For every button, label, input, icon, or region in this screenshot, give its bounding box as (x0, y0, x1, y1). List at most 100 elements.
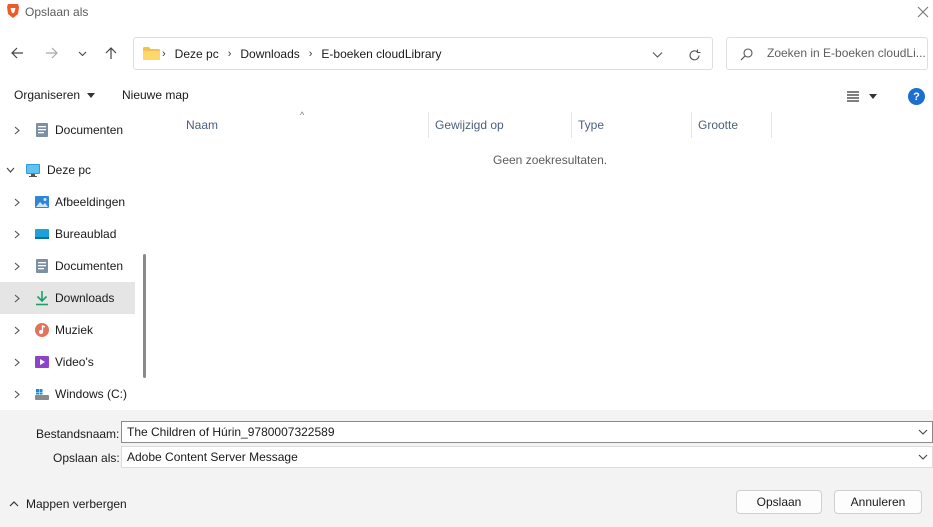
desktop-icon (35, 229, 49, 239)
breadcrumb-downloads[interactable]: Downloads (240, 47, 299, 61)
chevron-down-icon (78, 51, 86, 56)
sidebar-item-label: Afbeeldingen (55, 195, 126, 209)
column-header-label: Grootte (698, 118, 739, 132)
close-button[interactable] (912, 3, 933, 21)
filename-label: Bestandsnaam: (36, 427, 120, 441)
sidebar-item-label: Windows (C:) (55, 387, 128, 401)
breadcrumb: › Deze pc › Downloads › E-boeken cloudLi… (162, 47, 442, 61)
forward-button[interactable] (41, 42, 63, 64)
sidebar-item-muziek[interactable]: Muziek (0, 314, 135, 346)
video-icon (35, 356, 49, 368)
chevron-right-icon[interactable] (12, 197, 22, 207)
view-options-button[interactable] (846, 88, 882, 104)
saveas-type-label: Opslaan als: (53, 451, 120, 465)
folder-icon (143, 47, 160, 60)
chevron-right-icon[interactable] (12, 357, 22, 367)
chevron-up-icon (9, 501, 19, 507)
sidebar-item-label: Downloads (55, 291, 115, 305)
sidebar-item-label: Video's (55, 355, 94, 369)
documents-icon (36, 259, 48, 273)
search-input[interactable] (767, 46, 925, 60)
sidebar-item-documenten[interactable]: Documenten (0, 250, 135, 282)
column-header-modified[interactable]: Gewijzigd op (428, 112, 572, 138)
pictures-icon (35, 196, 49, 208)
title-bar: Opslaan als (0, 0, 933, 26)
filename-dropdown-button[interactable] (917, 426, 929, 438)
list-view-icon (847, 91, 859, 102)
column-header-size[interactable]: Grootte (692, 112, 772, 138)
address-bar[interactable]: › Deze pc › Downloads › E-boeken cloudLi… (133, 37, 713, 70)
sidebar-item-label: Documenten (55, 259, 124, 273)
back-button[interactable] (6, 42, 28, 64)
music-icon (35, 323, 49, 337)
sidebar-item-label: Deze pc (47, 163, 92, 177)
chevron-right-icon[interactable] (12, 229, 22, 239)
save-button[interactable]: Opslaan (736, 490, 822, 514)
chevron-right-icon[interactable] (12, 125, 22, 135)
chevron-right-icon[interactable] (12, 325, 22, 335)
column-header-type[interactable]: Type (572, 112, 692, 138)
chevron-down-icon (652, 51, 662, 58)
monitor-icon (26, 164, 40, 177)
drive-icon (35, 389, 49, 400)
search-icon (740, 48, 753, 61)
sidebar-item-deze-pc[interactable]: Deze pc (0, 154, 135, 186)
sidebar-item-windows-c[interactable]: Windows (C:) (0, 378, 135, 410)
organize-label: Organiseren (14, 88, 81, 102)
up-button[interactable] (100, 42, 122, 64)
close-icon (917, 6, 929, 18)
hide-folders-label: Mappen verbergen (26, 497, 127, 511)
chevron-down-icon[interactable] (5, 165, 15, 175)
sidebar-item-label: Bureaublad (55, 227, 117, 241)
organize-button[interactable]: Organiseren (14, 88, 96, 102)
caret-down-icon (87, 92, 96, 98)
arrow-left-icon (11, 47, 23, 59)
saveas-type-value: Adobe Content Server Message (127, 450, 298, 464)
recent-locations-button[interactable] (71, 42, 93, 64)
filename-input[interactable] (127, 425, 907, 439)
sidebar-item-label: Muziek (55, 323, 94, 337)
new-folder-button[interactable]: Nieuwe map (122, 88, 189, 102)
sidebar-item-videos[interactable]: Video's (0, 346, 135, 378)
window-title: Opslaan als (25, 5, 89, 19)
sidebar-item-downloads[interactable]: Downloads (0, 282, 135, 314)
saveas-type-dropdown-button[interactable] (917, 451, 929, 463)
caret-down-icon (869, 93, 877, 99)
help-button[interactable]: ? (908, 88, 925, 105)
chevron-right-icon: › (308, 48, 313, 60)
help-icon: ? (913, 90, 920, 103)
cancel-button[interactable]: Annuleren (834, 490, 922, 514)
arrow-up-icon (105, 47, 117, 59)
arrow-right-icon (46, 47, 58, 59)
hide-folders-button[interactable]: Mappen verbergen (9, 497, 127, 511)
file-list[interactable]: ^ Naam Gewijzigd op Type Grootte Geen zo… (152, 110, 933, 410)
sidebar-item-afbeeldingen[interactable]: Afbeeldingen (0, 186, 135, 218)
chevron-right-icon[interactable] (12, 293, 22, 303)
sidebar-scrollbar[interactable] (143, 254, 146, 378)
navigation-bar: › Deze pc › Downloads › E-boeken cloudLi… (0, 34, 933, 72)
saveas-type-select[interactable]: Adobe Content Server Message (121, 446, 933, 468)
brave-lion-icon (7, 4, 19, 18)
navigation-pane: Documenten Deze pc Afbeeldingen Bureaubl… (0, 112, 149, 410)
refresh-button[interactable] (685, 46, 703, 64)
save-options-panel: Bestandsnaam: Opslaan als: Adobe Content… (0, 410, 933, 527)
column-header-name[interactable]: Naam (180, 112, 428, 138)
address-dropdown-button[interactable] (648, 46, 666, 62)
chevron-right-icon[interactable] (12, 261, 22, 271)
chevron-down-icon (918, 429, 928, 435)
search-box[interactable] (726, 37, 928, 70)
chevron-down-icon (918, 454, 928, 460)
download-icon (36, 291, 48, 306)
filename-field[interactable] (121, 421, 933, 443)
breadcrumb-current-folder[interactable]: E-boeken cloudLibrary (321, 47, 441, 61)
documents-icon (36, 123, 48, 137)
sidebar-item-label: Documenten (55, 123, 124, 137)
column-header-label: Naam (186, 118, 219, 132)
column-header-label: Gewijzigd op (435, 118, 504, 132)
chevron-right-icon[interactable] (12, 389, 22, 399)
new-folder-label: Nieuwe map (122, 88, 189, 102)
sidebar-item-documenten[interactable]: Documenten (0, 114, 135, 146)
empty-results-message: Geen zoekresultaten. (493, 153, 608, 167)
sidebar-item-bureaublad[interactable]: Bureaublad (0, 218, 135, 250)
breadcrumb-deze-pc[interactable]: Deze pc (175, 47, 219, 61)
